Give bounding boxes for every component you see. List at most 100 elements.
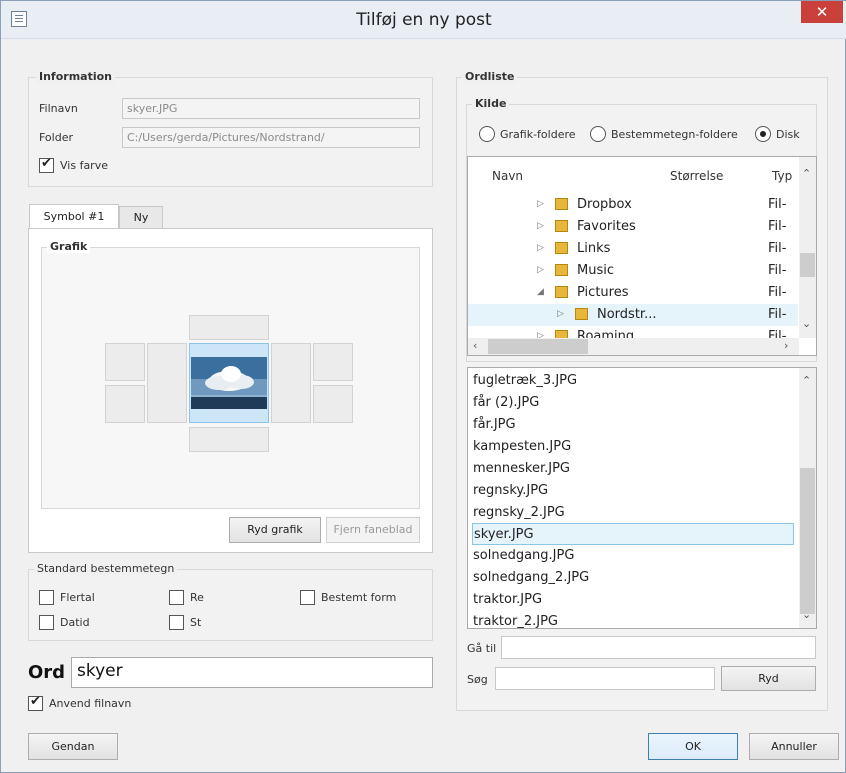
- folder-icon: [555, 330, 568, 338]
- expand-icon[interactable]: ▷: [537, 331, 544, 338]
- tree-horizontal-scrollbar[interactable]: ‹ ›: [468, 338, 799, 355]
- tree-row[interactable]: ▷ Dropbox Fil-: [468, 194, 798, 216]
- tree-scroll-thumb[interactable]: [800, 253, 815, 277]
- fjern-faneblad-button[interactable]: Fjern faneblad: [326, 517, 420, 543]
- grid-cell-right-inner[interactable]: [271, 343, 311, 423]
- filnavn-field[interactable]: skyer.JPG: [122, 98, 420, 119]
- grid-cell-top[interactable]: [189, 315, 269, 340]
- tree-row-name: Music: [577, 263, 614, 278]
- scroll-down-icon[interactable]: ⌄: [802, 317, 811, 330]
- grid-cell-bottom[interactable]: [189, 427, 269, 452]
- annuller-button[interactable]: Annuller: [749, 733, 839, 760]
- file-list-vertical-scrollbar[interactable]: ⌃ ⌄: [799, 368, 816, 628]
- grid-cell-right-outer-bottom[interactable]: [313, 385, 353, 423]
- vis-farve-checkbox[interactable]: [39, 156, 54, 173]
- re-checkbox[interactable]: [169, 590, 184, 605]
- list-item[interactable]: kampesten.JPG: [472, 436, 794, 458]
- title-bar: Tilføj en ny post ✕: [1, 1, 846, 39]
- file-list-scroll-thumb[interactable]: [800, 468, 815, 614]
- scroll-right-icon[interactable]: ›: [784, 339, 788, 352]
- datid-label: Datid: [60, 616, 90, 629]
- kilde-group-label: Kilde: [472, 97, 510, 110]
- anvend-filnavn-checkbox[interactable]: [28, 694, 43, 711]
- tree-row-type: Fil-: [768, 263, 787, 278]
- folder-icon: [555, 264, 568, 276]
- expand-icon[interactable]: ▷: [537, 199, 544, 209]
- list-item[interactable]: fugletræk_3.JPG: [472, 370, 794, 392]
- tree-row-name: Nordstr...: [597, 307, 657, 322]
- soeg-input[interactable]: [495, 667, 715, 690]
- list-item[interactable]: solnedgang.JPG: [472, 545, 794, 567]
- ryd-grafik-button[interactable]: Ryd grafik: [229, 517, 321, 543]
- collapse-icon[interactable]: ◢: [537, 287, 544, 297]
- dialog-window: Tilføj en ny post ✕ Information Filnavn …: [0, 0, 846, 773]
- grid-cell-left-inner[interactable]: [147, 343, 187, 423]
- tree-row-name: Favorites: [577, 219, 636, 234]
- flertal-label: Flertal: [60, 591, 95, 604]
- tab-ny[interactable]: Ny: [119, 206, 163, 229]
- gendan-button[interactable]: Gendan: [28, 733, 118, 760]
- list-item[interactable]: traktor.JPG: [472, 589, 794, 611]
- bestemt-form-checkbox[interactable]: [300, 590, 315, 605]
- ryd-button[interactable]: Ryd: [721, 666, 816, 691]
- list-item[interactable]: regnsky.JPG: [472, 480, 794, 502]
- soeg-label: Søg: [467, 673, 488, 686]
- gaa-til-label: Gå til: [467, 642, 497, 655]
- grid-cell-right-outer-top[interactable]: [313, 343, 353, 381]
- window-title: Tilføj en ny post: [356, 10, 492, 30]
- scroll-up-icon[interactable]: ⌃: [802, 167, 811, 180]
- tree-header-size[interactable]: Størrelse: [670, 169, 723, 183]
- list-item[interactable]: solnedgang_2.JPG: [472, 567, 794, 589]
- bestemmetegn-foldere-label: Bestemmetegn-foldere: [611, 128, 738, 141]
- grid-cell-center[interactable]: [189, 343, 269, 423]
- st-checkbox[interactable]: [169, 615, 184, 630]
- tree-header-name[interactable]: Navn: [492, 169, 523, 183]
- list-item[interactable]: får (2).JPG: [472, 392, 794, 414]
- tree-row-type: Fil-: [768, 197, 787, 212]
- list-item[interactable]: mennesker.JPG: [472, 458, 794, 480]
- tree-row[interactable]: ▷ Links Fil-: [468, 238, 798, 260]
- scroll-up-icon[interactable]: ⌃: [802, 374, 811, 387]
- list-item[interactable]: regnsky_2.JPG: [472, 502, 794, 524]
- tree-row[interactable]: ▷ Roaming Fil-: [468, 326, 798, 338]
- scroll-down-icon[interactable]: ⌄: [802, 608, 811, 621]
- tree-row-type: Fil-: [768, 219, 787, 234]
- tree-header-type[interactable]: Typ: [772, 169, 792, 183]
- list-item[interactable]: traktor_2.JPG: [472, 611, 794, 628]
- tree-row-selected[interactable]: ▷ Nordstr... Fil-: [468, 304, 798, 326]
- tree-hscroll-thumb[interactable]: [488, 339, 588, 354]
- tree-row[interactable]: ◢ Pictures Fil-: [468, 282, 798, 304]
- scroll-left-icon[interactable]: ‹: [473, 339, 477, 352]
- bestemmetegn-foldere-radio[interactable]: [590, 126, 606, 142]
- tree-row-name: Links: [577, 241, 611, 256]
- tree-vertical-scrollbar[interactable]: ⌃ ⌄: [799, 157, 816, 338]
- tab-symbol-1[interactable]: Symbol #1: [29, 204, 119, 229]
- expand-icon[interactable]: ▷: [537, 243, 544, 253]
- folder-field[interactable]: C:/Users/gerda/Pictures/Nordstrand/: [122, 127, 420, 148]
- list-item[interactable]: får.JPG: [472, 414, 794, 436]
- expand-icon[interactable]: ▷: [537, 265, 544, 275]
- grafik-group-label: Grafik: [47, 240, 91, 253]
- ord-input[interactable]: skyer: [71, 657, 433, 688]
- folder-tree[interactable]: Navn Størrelse Typ ▷ Dropbox Fil- ▷ Favo…: [467, 156, 817, 356]
- list-item-selected[interactable]: skyer.JPG: [472, 523, 794, 545]
- grafik-foldere-radio[interactable]: [479, 126, 495, 142]
- information-group-label: Information: [36, 70, 115, 83]
- tree-row[interactable]: ▷ Favorites Fil-: [468, 216, 798, 238]
- grid-cell-left-outer-bottom[interactable]: [105, 385, 145, 423]
- tree-row-type: Fil-: [768, 307, 787, 322]
- expand-icon[interactable]: ▷: [537, 221, 544, 231]
- expand-icon[interactable]: ▷: [557, 309, 564, 319]
- close-button[interactable]: ✕: [801, 1, 843, 23]
- standard-group: [28, 569, 433, 641]
- gaa-til-input[interactable]: [501, 636, 816, 659]
- flertal-checkbox[interactable]: [39, 590, 54, 605]
- file-list[interactable]: fugletræk_3.JPG får (2).JPG får.JPG kamp…: [467, 367, 817, 629]
- tree-row[interactable]: ▷ Music Fil-: [468, 260, 798, 282]
- ok-button[interactable]: OK: [648, 733, 738, 760]
- datid-checkbox[interactable]: [39, 615, 54, 630]
- clouds-image: [191, 357, 267, 409]
- disk-radio[interactable]: [755, 126, 771, 142]
- folder-icon: [575, 308, 588, 320]
- grid-cell-left-outer-top[interactable]: [105, 343, 145, 381]
